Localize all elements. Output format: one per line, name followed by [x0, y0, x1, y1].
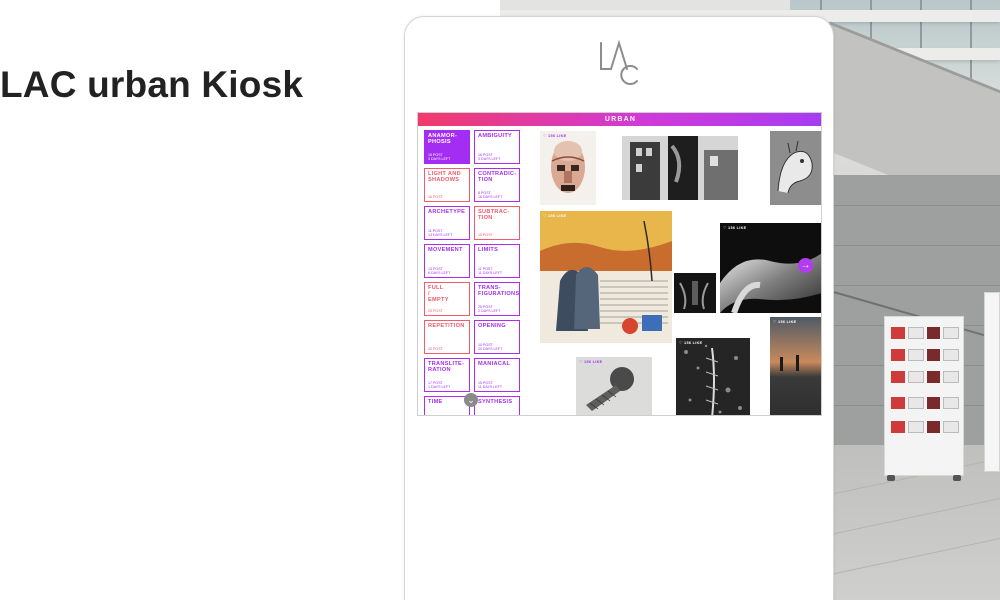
category-tile-transfigurations[interactable]: TRANS- FIGURATIONS 25 POST 2 DAYS LEFT — [474, 282, 520, 316]
next-page-button[interactable]: → — [798, 258, 813, 273]
category-grid: ANAMOR- PHOSIS 15 POST 3 DAYS LEFT AMBIG… — [424, 130, 520, 415]
artwork-mask[interactable]: ♡ 156 LIKE — [540, 131, 596, 205]
arrow-right-icon: → — [800, 260, 811, 271]
kiosk-device: URBAN ANAMOR- PHOSIS 15 POST 3 DAYS LEFT… — [404, 16, 834, 600]
lac-logo-icon — [600, 39, 638, 85]
screen-header: URBAN — [418, 113, 821, 126]
category-tile-opening[interactable]: OPENING 10 POST 20 DAYS LEFT — [474, 320, 520, 354]
artwork-sunset-photo[interactable]: ♡ 156 LIKE — [770, 317, 821, 415]
category-tile-archetype[interactable]: ARCHETYPE 11 POST 13 DAYS LEFT — [424, 206, 470, 240]
artwork-small-dark[interactable] — [674, 273, 716, 313]
category-tile-maniacal[interactable]: MANIACAL 15 POST 11 DAYS LEFT — [474, 358, 520, 392]
artwork-collage[interactable]: ♡ 156 LIKE — [540, 211, 672, 343]
kiosk-screen: URBAN ANAMOR- PHOSIS 15 POST 3 DAYS LEFT… — [417, 112, 822, 416]
artwork-horse-sketch[interactable] — [770, 131, 821, 205]
artwork-dark-texture[interactable]: ♡ 156 LIKE — [676, 338, 750, 415]
artwork-gallery: ♡ 156 LIKE ♡ 156 LIKE ♡ 156 LIKE ♡ 156 L… — [536, 128, 821, 415]
artwork-sphere-drawing[interactable]: ♡ 156 LIKE — [576, 357, 652, 415]
artwork-bw-building[interactable] — [622, 136, 738, 200]
category-tile-ambiguity[interactable]: AMBIGUITY 16 POST 3 DAYS LEFT — [474, 130, 520, 164]
category-tile-movement[interactable]: MOVEMENT 13 POST 6 DAYS LEFT — [424, 244, 470, 278]
page-title: LAC urban Kiosk — [0, 64, 304, 105]
category-tile-limits[interactable]: LIMITS 11 POST 11 DAYS LEFT — [474, 244, 520, 278]
category-tile-full-empty[interactable]: FULL / EMPTY 25 POST — [424, 282, 470, 316]
brochure-rack — [884, 316, 964, 481]
category-tile-transliteration[interactable]: TRANSLITE- RATION 17 POST 1 DAYS LEFT — [424, 358, 470, 392]
category-tile-subtraction[interactable]: SUBTRAC- TION 15 POST — [474, 206, 520, 240]
chevron-down-icon: ⌄ — [467, 395, 475, 405]
category-tile-synthesis[interactable]: SYNTHESIS — [474, 396, 520, 415]
scroll-down-button[interactable]: ⌄ — [464, 393, 478, 407]
category-tile-anamorphosis[interactable]: ANAMOR- PHOSIS 15 POST 3 DAYS LEFT — [424, 130, 470, 164]
category-tile-repetition[interactable]: REPETITION 42 POST — [424, 320, 470, 354]
category-tile-contradiction[interactable]: CONTRADIC- TION 8 POST 16 DAYS LEFT — [474, 168, 520, 202]
brochure-rack-2 — [984, 292, 1000, 472]
category-tile-light-and-shadows[interactable]: LIGHT AND SHADOWS 16 POST — [424, 168, 470, 202]
